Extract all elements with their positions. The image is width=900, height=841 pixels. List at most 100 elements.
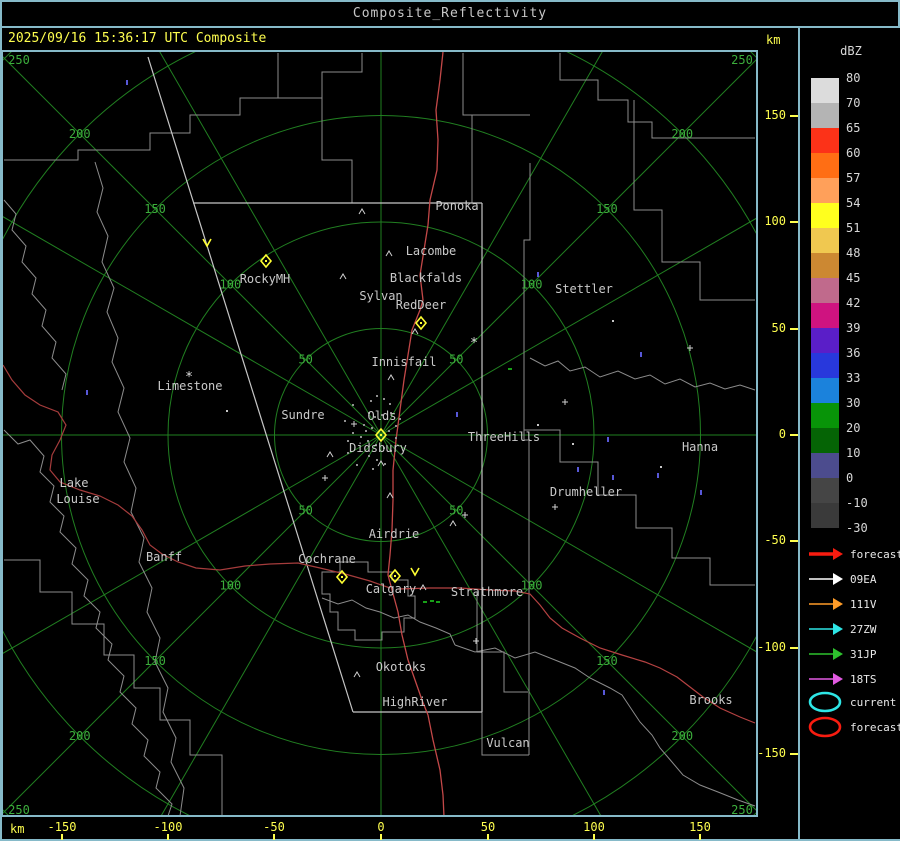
window-title: Composite_Reflectivity (352, 6, 548, 21)
clutter-echo (370, 400, 372, 402)
range-ring-label: 250 (8, 803, 30, 817)
legend-item: forecast (807, 543, 900, 565)
range-ring-label: 250 (731, 53, 753, 67)
town-caret-marker (353, 671, 361, 678)
right-axis-tick (790, 434, 798, 436)
colorbar-swatch (811, 128, 839, 153)
range-ring-label: 100 (521, 579, 543, 593)
range-ring-label: 150 (596, 202, 618, 216)
town-plus-marker (322, 475, 328, 481)
colorbar-scale-label: 48 (846, 246, 861, 260)
clutter-echo (365, 430, 367, 432)
range-ring-label: 200 (69, 729, 91, 743)
right-axis-unit: km (766, 33, 781, 47)
range-ring-label: 50 (298, 353, 312, 367)
colorbar-scale-label: 65 (846, 121, 861, 135)
colorbar-scale-label: -30 (846, 521, 868, 535)
town-caret-marker (339, 273, 347, 280)
town-caret-marker (387, 374, 395, 381)
legend-item-label: 27ZW (850, 622, 877, 636)
colorbar-swatch (811, 378, 839, 403)
city-label: Okotoks (376, 660, 427, 674)
range-ring-label: 150 (596, 654, 618, 668)
colorbar-scale-label: 57 (846, 171, 861, 185)
right-axis-tick-label: -100 (757, 640, 786, 654)
legend-item: current (807, 691, 896, 713)
clutter-echo (363, 424, 365, 426)
colorbar-scale-label: 45 (846, 271, 861, 285)
legend-ellipse-icon (808, 716, 842, 738)
legend-item-label: 111V (850, 597, 877, 611)
colorbar-scale-label: 33 (846, 371, 861, 385)
city-label: Banff (146, 550, 182, 564)
weak-echo (577, 467, 579, 472)
city-label: Sundre (281, 408, 324, 422)
colorbar-swatch (811, 278, 839, 303)
weak-echo (612, 475, 614, 480)
colorbar-scale-label: -10 (846, 496, 868, 510)
clutter-echo (356, 464, 358, 466)
bottom-axis-tick (167, 834, 169, 840)
town-plus-marker (473, 638, 479, 644)
colorbar-scale-label: 80 (846, 71, 861, 85)
town-caret-marker (449, 520, 457, 527)
city-label: RedDeer (396, 298, 447, 312)
v-marker-icon (202, 238, 212, 248)
radar-site-dot (380, 434, 382, 436)
rain-echo (508, 368, 512, 370)
right-axis-tick-label: -150 (757, 746, 786, 760)
legend-item-label: 31JP (850, 647, 877, 661)
bottom-axis-tick (61, 834, 63, 840)
colorbar-swatch (811, 478, 839, 503)
legend-arrow-icon (809, 548, 843, 560)
radial-line (3, 434, 382, 654)
weak-echo (640, 352, 642, 357)
city-label: Didsbury (349, 441, 407, 455)
radar-site-dot (341, 576, 343, 578)
city-label: Vulcan (486, 736, 529, 750)
right-axis-tick-label: 150 (764, 108, 786, 122)
timestamp: 2025/09/16 15:36:17 UTC Composite (8, 31, 267, 46)
city-label: HighRiver (382, 695, 447, 709)
clutter-echo (371, 427, 373, 429)
legend-item-label: 09EA (850, 572, 877, 586)
window-titlebar: Composite_Reflectivity (2, 2, 898, 28)
town-plus-marker (562, 399, 568, 405)
range-ring-label: 100 (521, 277, 543, 291)
weak-echo (456, 412, 458, 417)
bottom-axis-tick-label: -150 (47, 820, 77, 834)
bottom-axis-unit: km (10, 822, 25, 836)
city-label: Olds (368, 409, 397, 423)
city-label: Drumheller (550, 485, 622, 499)
city-label: Limestone (157, 379, 222, 393)
clutter-echo (372, 468, 374, 470)
v-marker-icon (410, 567, 420, 577)
colorbar-scale-label: 30 (846, 396, 861, 410)
colorbar-panel: dBZ 80 70 65 60 57 54 51 48 45 42 39 36 33 30 20 10 0 -10… (802, 28, 900, 839)
bottom-axis-tick (699, 834, 701, 840)
right-axis-tick (790, 753, 798, 755)
legend-arrow-icon (809, 648, 843, 660)
colorbar-scale-label: 42 (846, 296, 861, 310)
colorbar-scale-label: 70 (846, 96, 861, 110)
colorbar-scale-label: 0 (846, 471, 854, 485)
radar-map-canvas[interactable]: ** 50 5050 50100 100100 100150 150150 150200 20… (0, 50, 760, 818)
city-label: Innisfail (371, 355, 436, 369)
clutter-echo (389, 403, 391, 405)
legend-item: 27ZW (807, 618, 877, 640)
bottom-axis-tick (273, 834, 275, 840)
range-ring-label: 50 (449, 353, 463, 367)
legend-item-label: forecast (850, 547, 900, 561)
range-ring-label: 150 (144, 202, 166, 216)
clutter-echo (376, 459, 378, 461)
colorbar-scale-label: 39 (846, 321, 861, 335)
colorbar-title: dBZ (840, 44, 862, 58)
city-label: ThreeHills (468, 430, 540, 444)
colorbar-swatch (811, 503, 839, 528)
right-axis-tick (790, 115, 798, 117)
weak-echo (86, 390, 88, 395)
weak-echo (700, 490, 702, 495)
range-ring-label: 100 (220, 277, 242, 291)
legend-item: 31JP (807, 643, 877, 665)
range-ring-label: 150 (144, 654, 166, 668)
